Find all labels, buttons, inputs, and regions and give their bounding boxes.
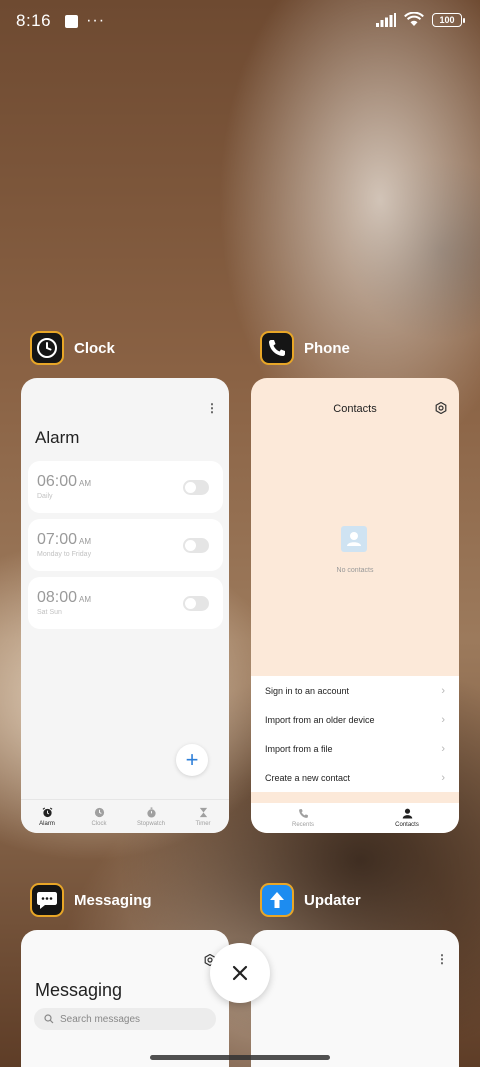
nav-item-contacts: Contacts (382, 803, 432, 833)
recent-card-updater[interactable]: ⋮ (251, 930, 459, 1067)
clock-icon (30, 331, 64, 365)
nav-label: Contacts (395, 822, 419, 828)
chat-bubble-icon (30, 883, 64, 917)
alarm-repeat: Daily (37, 493, 53, 500)
person-icon (402, 808, 412, 819)
list-item-label: Sign in to an account (265, 685, 350, 696)
no-contacts-text: No contacts (336, 567, 374, 574)
recent-app-header-phone[interactable]: Phone (260, 331, 350, 365)
list-item-import-file: Import from a file › (251, 734, 459, 763)
chevron-right-icon: › (441, 713, 445, 726)
wifi-icon (404, 12, 424, 26)
battery-level: 100 (439, 14, 455, 25)
search-messages-field: Search messages (34, 1008, 216, 1030)
battery-icon: 100 (432, 12, 465, 27)
recent-card-messaging[interactable]: Messaging Search messages (21, 930, 229, 1067)
stopwatch-icon (146, 806, 156, 818)
clock-icon (94, 807, 104, 817)
nav-item-recents: Recents (278, 803, 328, 833)
alarm-toggle (183, 596, 209, 611)
list-item-create-contact: Create a new contact › (251, 763, 459, 792)
list-item-label: Import from an older device (265, 714, 375, 725)
contacts-actions-list: Sign in to an account › Import from an o… (251, 676, 459, 792)
contacts-title: Contacts (333, 403, 377, 415)
search-icon (44, 1014, 54, 1024)
recent-card-clock[interactable]: ⋮ Alarm 06:00 AM Daily 07:00 AM Monday to … (21, 378, 229, 833)
kebab-menu-icon: ⋮ (206, 401, 218, 415)
alarm-time: 08:00 (37, 589, 78, 606)
alarm-repeat: Sat Sun (37, 609, 62, 616)
chevron-right-icon: › (441, 771, 445, 784)
list-item-label: Create a new contact (265, 772, 351, 783)
nav-item-clock: Clock (74, 800, 124, 833)
search-placeholder: Search messages (60, 1013, 141, 1025)
phone-icon (298, 809, 308, 818)
phone-icon (260, 331, 294, 365)
phone-bottom-nav: Recents Contacts (251, 799, 459, 833)
empty-contacts-illustration-icon (341, 526, 367, 552)
alarm-toggle (183, 480, 209, 495)
status-bar: 8:16 ··· 100 (0, 0, 480, 42)
alarm-repeat: Monday to Friday (37, 551, 92, 558)
alarm-title: Alarm (35, 428, 80, 447)
nav-label: Stopwatch (136, 820, 166, 827)
close-icon (232, 965, 248, 981)
alarm-time: 06:00 (37, 473, 78, 490)
status-time: 8:16 (16, 11, 52, 30)
notification-square-icon (65, 14, 79, 28)
hourglass-icon (199, 807, 207, 817)
app-name-phone: Phone (304, 339, 350, 357)
alarm-time: 07:00 (37, 531, 78, 548)
nav-item-stopwatch: Stopwatch (126, 800, 176, 833)
alarm-icon (42, 806, 52, 817)
recent-app-header-messaging[interactable]: Messaging (30, 883, 152, 917)
alarm-ampm: AM (79, 479, 92, 488)
app-name-clock: Clock (74, 339, 115, 357)
messaging-title: Messaging (35, 980, 123, 1000)
home-indicator[interactable] (150, 1055, 330, 1060)
nav-item-alarm: Alarm (22, 800, 72, 833)
signal-icon (376, 12, 396, 27)
clear-all-button[interactable] (210, 943, 270, 1003)
app-name-updater: Updater (304, 891, 361, 909)
list-item-label: Import from a file (265, 743, 333, 754)
chevron-right-icon: › (441, 684, 445, 697)
app-name-messaging: Messaging (74, 891, 152, 909)
clock-bottom-nav: Alarm Clock Stopwatch Timer (21, 799, 229, 833)
recent-app-header-updater[interactable]: Updater (260, 883, 361, 917)
recent-card-phone[interactable]: Contacts No contacts Sign in to an accou… (251, 378, 459, 833)
nav-label: Recents (291, 822, 314, 828)
alarm-item: 06:00 AM Daily (28, 461, 223, 513)
more-dots-icon: ··· (86, 12, 106, 29)
list-item-sign-in: Sign in to an account › (251, 676, 459, 705)
alarm-toggle (183, 538, 209, 553)
alarm-item: 07:00 AM Monday to Friday (28, 519, 223, 571)
alarm-item: 08:00 AM Sat Sun (28, 577, 223, 629)
chevron-right-icon: › (441, 742, 445, 755)
kebab-menu-icon: ⋮ (436, 952, 448, 966)
nav-label: Alarm (39, 820, 55, 827)
nav-label: Timer (195, 820, 211, 827)
recent-app-header-clock[interactable]: Clock (30, 331, 115, 365)
nav-item-timer: Timer (178, 800, 228, 833)
nav-label: Clock (91, 820, 107, 827)
add-alarm-button: + (176, 744, 208, 776)
gear-icon (435, 402, 447, 414)
update-arrow-icon (260, 883, 294, 917)
list-item-import-older-device: Import from an older device › (251, 705, 459, 734)
alarm-ampm: AM (79, 537, 92, 546)
alarm-ampm: AM (79, 595, 92, 604)
